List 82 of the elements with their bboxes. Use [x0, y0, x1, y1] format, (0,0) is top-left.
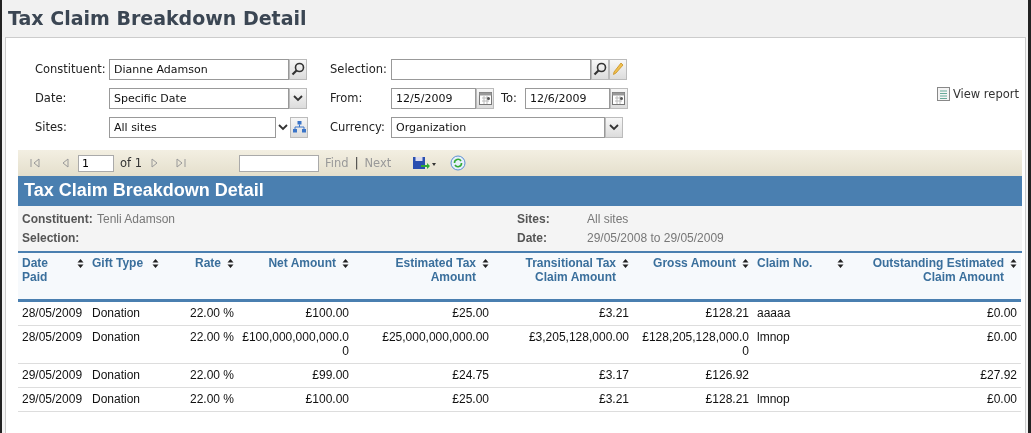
table-cell: £128.21: [705, 392, 749, 406]
sort-icon[interactable]: [742, 258, 749, 269]
table-cell: Donation: [92, 306, 141, 320]
info-value: 29/05/2008 to 29/05/2009: [587, 231, 725, 245]
table-cell: lmnop: [757, 392, 790, 406]
table-cell: 22.00 %: [189, 330, 234, 344]
page-count: of 1: [120, 156, 143, 170]
caret-icon[interactable]: [605, 116, 623, 138]
table-cell: £25.00: [452, 392, 489, 406]
table-cell: £24.75: [452, 368, 489, 382]
field-label: From:: [330, 91, 364, 105]
dropdown-field[interactable]: Specific Date: [109, 87, 289, 109]
info-label: Sites:: [517, 212, 551, 226]
sort-icon[interactable]: [342, 258, 349, 269]
table-cell: lmnop: [757, 330, 790, 344]
table-cell: £128.21: [705, 306, 749, 320]
table-cell: £99.00: [312, 368, 349, 382]
sort-icon[interactable]: [837, 258, 844, 269]
currency-dropdown[interactable]: Organization: [391, 116, 605, 138]
field-label: Selection:: [330, 62, 388, 76]
table-cell: £3.21: [598, 392, 629, 406]
info-label: Selection:: [22, 231, 81, 245]
table-cell: 28/05/2009: [22, 306, 83, 320]
table-cell: Donation: [92, 368, 141, 382]
sort-icon[interactable]: [482, 258, 489, 269]
table-cell: Donation: [92, 392, 141, 406]
table-cell: £27.92: [980, 368, 1017, 382]
table-cell: £3.17: [598, 368, 629, 382]
table-cell: £25.00: [452, 306, 489, 320]
calendar-icon[interactable]: [476, 87, 494, 109]
sort-icon[interactable]: [152, 258, 159, 269]
search-icon[interactable]: [289, 58, 307, 80]
sort-icon[interactable]: [1010, 258, 1017, 269]
table-cell: £0.00: [986, 306, 1017, 320]
column-header[interactable]: Net Amount: [268, 256, 336, 270]
sort-icon[interactable]: [227, 258, 234, 269]
table-cell: 29/05/2009: [22, 392, 83, 406]
constituent-field[interactable]: Dianne Adamson: [109, 58, 289, 80]
separator: |: [354, 156, 359, 170]
table-cell: aaaaa: [757, 306, 791, 320]
date-field[interactable]: 12/5/2009: [391, 87, 476, 109]
column-header[interactable]: Claim No.: [757, 256, 813, 270]
info-label: Date:: [517, 231, 548, 245]
sort-icon[interactable]: [77, 258, 84, 269]
view-report-link[interactable]: View report: [936, 87, 1019, 101]
selection-field[interactable]: [391, 58, 591, 80]
table-cell: £0.00: [986, 330, 1017, 344]
caret-icon[interactable]: [289, 87, 307, 109]
save-icon[interactable]: [411, 156, 438, 170]
info-label: Constituent:: [22, 212, 94, 226]
table-cell: £100.00: [305, 392, 349, 406]
refresh-icon[interactable]: [449, 155, 468, 171]
table-cell: 22.00 %: [189, 306, 234, 320]
table-cell: 28/05/2009: [22, 330, 83, 344]
report-title: Tax Claim Breakdown Detail: [18, 176, 1022, 206]
table-cell: 22.00 %: [189, 392, 234, 406]
find-field[interactable]: [239, 154, 320, 172]
report-icon: [936, 87, 950, 101]
hierarchy-icon[interactable]: [290, 116, 308, 138]
field-label: Sites:: [35, 120, 68, 134]
column-header[interactable]: Rate: [195, 256, 221, 270]
date-field[interactable]: 12/6/2009: [525, 87, 610, 109]
table-cell: 22.00 %: [189, 368, 234, 382]
table-cell: £3.21: [598, 306, 629, 320]
table-cell: £100.00: [305, 306, 349, 320]
field-label: Currency:: [330, 120, 386, 134]
table-cell: £100,000,000,000.00: [242, 330, 349, 358]
sort-icon[interactable]: [622, 258, 629, 269]
field-label: Date:: [35, 91, 68, 105]
field-label: To:: [501, 91, 517, 105]
table-cell: £25,000,000,000.00: [382, 330, 489, 344]
info-value: Tenli Adamson: [97, 212, 177, 226]
table-cell: 29/05/2009: [22, 368, 83, 382]
table-cell: Donation: [92, 330, 141, 344]
table-cell: £126.92: [705, 368, 749, 382]
search-icon[interactable]: [591, 58, 609, 80]
table-cell: £3,205,128,000.00: [528, 330, 629, 344]
dropdown-field[interactable]: All sites: [109, 116, 276, 138]
table-cell: £0.00: [986, 392, 1017, 406]
info-value: All sites: [587, 212, 630, 226]
table-cell: £128,205,128,000.00: [642, 330, 749, 358]
field-label: Constituent:: [35, 62, 107, 76]
